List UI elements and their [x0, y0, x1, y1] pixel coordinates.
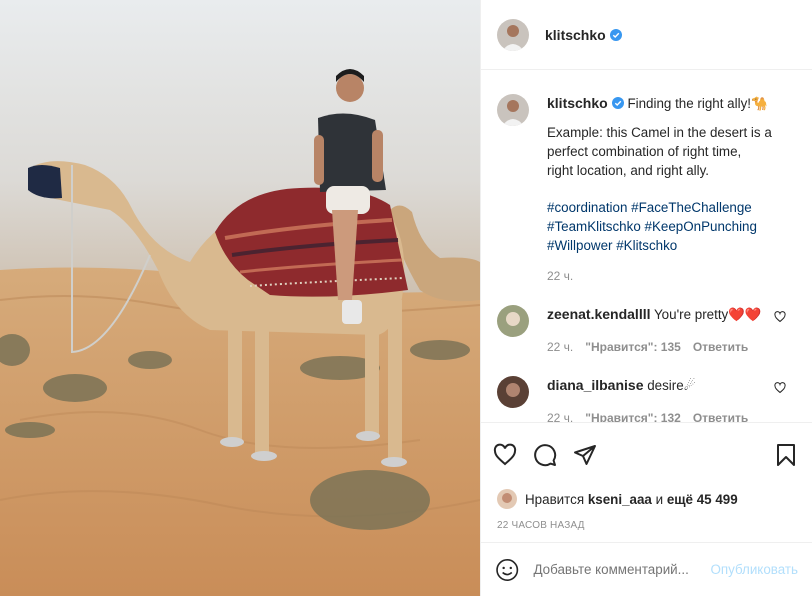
- verified-badge-icon: [611, 97, 624, 109]
- avatar-image: [497, 376, 529, 408]
- hashtag-line: #coordination #FaceTheChallenge: [547, 198, 796, 217]
- comment-likes[interactable]: "Нравится": 135: [585, 340, 681, 354]
- comment-content: desire☄: [647, 378, 696, 393]
- caption-title: Finding the right ally!🐪: [627, 96, 768, 111]
- comments-section: klitschko Finding the right ally!🐪 Examp…: [481, 70, 812, 422]
- comment-text: zeenat.kendallll You're pretty❤️❤️: [547, 305, 796, 324]
- send-icon[interactable]: [573, 443, 597, 467]
- hashtag-link[interactable]: #Willpower: [547, 238, 612, 253]
- hashtag-link[interactable]: #Klitschko: [616, 238, 677, 253]
- comment-meta: 22 ч. "Нравится": 135 Ответить: [547, 340, 796, 354]
- comment-body: diana_ilbanise desire☄ 22 ч. "Нравится":…: [547, 376, 796, 422]
- comment-icon[interactable]: [533, 443, 557, 467]
- reply-button[interactable]: Ответить: [693, 340, 748, 354]
- hashtag-link[interactable]: #TeamKlitschko: [547, 219, 641, 234]
- hashtag-link[interactable]: #FaceTheChallenge: [631, 200, 752, 215]
- caption-avatar[interactable]: [497, 94, 529, 126]
- caption-first-line: klitschko Finding the right ally!🐪: [547, 94, 796, 113]
- liker-username[interactable]: kseni_aaa: [588, 492, 652, 507]
- comment-heart-icon[interactable]: [774, 311, 786, 323]
- author-username[interactable]: klitschko: [545, 27, 606, 43]
- comment-body: zeenat.kendallll You're pretty❤️❤️ 22 ч.…: [547, 305, 796, 354]
- instagram-post: klitschko klitschko Finding the right al…: [0, 0, 812, 596]
- avatar-image: [497, 94, 529, 126]
- post-sidebar: klitschko klitschko Finding the right al…: [480, 0, 812, 596]
- comment-item: diana_ilbanise desire☄ 22 ч. "Нравится":…: [497, 376, 796, 422]
- likes-summary: Нравится kseni_aaa и ещё 45 499: [481, 486, 812, 512]
- camel-desert-photo: [0, 0, 480, 596]
- post-timestamp[interactable]: 22 ЧАСОВ НАЗАД: [481, 512, 812, 542]
- hashtag-link[interactable]: #KeepOnPunching: [645, 219, 757, 234]
- heart-icon[interactable]: [493, 443, 517, 467]
- comment-time[interactable]: 22 ч.: [547, 340, 573, 354]
- verified-badge-icon: [609, 28, 622, 41]
- post-header: klitschko: [481, 0, 812, 70]
- avatar-image: [497, 305, 529, 337]
- hashtag-line: #TeamKlitschko #KeepOnPunching: [547, 217, 796, 236]
- hashtag-line: #Willpower #Klitschko: [547, 236, 796, 255]
- commenter-username[interactable]: zeenat.kendallll: [547, 306, 650, 322]
- caption-paragraph-line: perfect combination of right time,: [547, 144, 742, 159]
- comment-input[interactable]: [533, 562, 711, 577]
- likes-prefix: Нравится: [525, 491, 585, 507]
- add-comment-bar: Опубликовать: [481, 542, 812, 596]
- bookmark-icon[interactable]: [774, 443, 798, 467]
- post-photo[interactable]: [0, 0, 480, 596]
- comment-item: zeenat.kendallll You're pretty❤️❤️ 22 ч.…: [497, 305, 796, 354]
- comment-heart-icon[interactable]: [774, 382, 786, 394]
- hashtag-link[interactable]: #coordination: [547, 200, 627, 215]
- commenter-avatar[interactable]: [497, 305, 529, 337]
- caption-body: klitschko Finding the right ally!🐪 Examp…: [547, 94, 796, 283]
- liker-avatar[interactable]: [497, 489, 517, 509]
- caption-paragraph-line: right location, and right ally.: [547, 163, 710, 178]
- publish-button[interactable]: Опубликовать: [710, 562, 798, 577]
- comment-content: You're pretty❤️❤️: [653, 307, 762, 322]
- avatar-image: [497, 18, 529, 51]
- comment-meta: 22 ч. "Нравится": 132 Ответить: [547, 411, 796, 422]
- comment-text: diana_ilbanise desire☄: [547, 376, 796, 395]
- author-avatar[interactable]: [497, 18, 529, 51]
- post-actions: [481, 422, 812, 486]
- caption-paragraph-line: Example: this Camel in the desert is a: [547, 125, 772, 140]
- likes-and: и: [655, 491, 664, 507]
- avatar-image: [497, 489, 517, 509]
- caption-username[interactable]: klitschko: [547, 95, 608, 111]
- caption-hashtags: #coordination #FaceTheChallenge #TeamKli…: [547, 198, 796, 255]
- commenter-username[interactable]: diana_ilbanise: [547, 377, 643, 393]
- smiley-icon[interactable]: [495, 557, 519, 583]
- likes-count[interactable]: ещё 45 499: [667, 492, 738, 507]
- caption-time[interactable]: 22 ч.: [547, 269, 796, 283]
- post-caption: klitschko Finding the right ally!🐪 Examp…: [497, 94, 796, 283]
- commenter-avatar[interactable]: [497, 376, 529, 408]
- caption-paragraph: Example: this Camel in the desert is a p…: [547, 123, 796, 180]
- comment-time[interactable]: 22 ч.: [547, 411, 573, 422]
- reply-button[interactable]: Ответить: [693, 411, 748, 422]
- comment-likes[interactable]: "Нравится": 132: [585, 411, 681, 422]
